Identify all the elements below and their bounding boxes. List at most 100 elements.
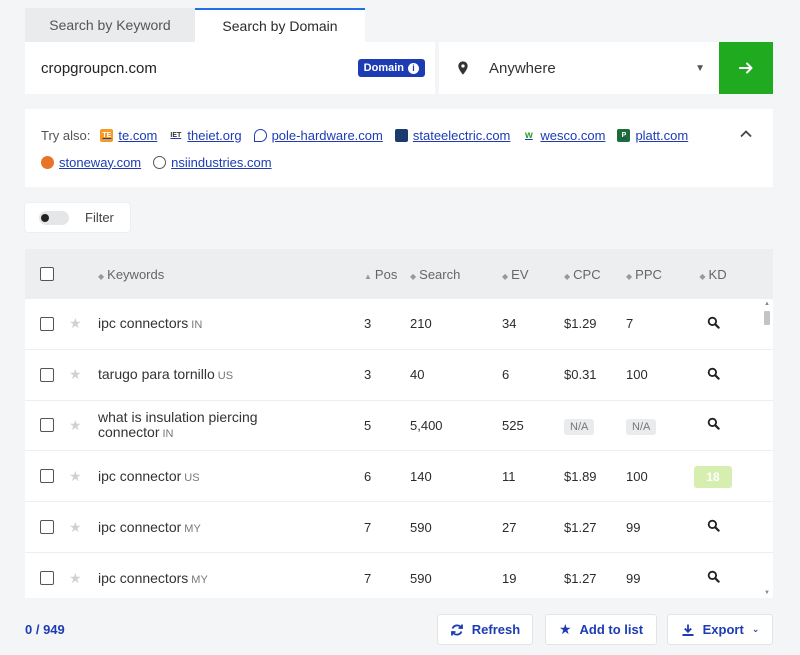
wesco-favicon: w: [525, 129, 533, 141]
table-row: ★ ipc connector MY 7 590 27 $1.27 99: [25, 502, 773, 553]
search-bar: Domain i Anywhere ▼: [25, 42, 773, 94]
row-checkbox[interactable]: [40, 571, 54, 586]
cpc-value: $0.31: [564, 367, 597, 383]
table-header: ◆ Keywords ▲ Pos ◆ Search ◆ EV ◆ CPC ◆ PPC ◆ KD: [25, 249, 773, 299]
ev-value: 27: [502, 519, 517, 535]
keyword-text[interactable]: what is insulation piercing connector: [98, 409, 258, 440]
row-checkbox[interactable]: [40, 469, 54, 484]
keyword-text[interactable]: ipc connectors: [98, 315, 188, 331]
tab-search-by-domain[interactable]: Search by Domain: [195, 8, 365, 42]
header-pos[interactable]: ▲ Pos: [364, 267, 410, 282]
domain-input[interactable]: [41, 59, 358, 77]
country-code: US: [217, 370, 234, 383]
table-scrollbar[interactable]: ▲ ▼: [763, 301, 771, 596]
magnifier-icon[interactable]: [707, 519, 720, 532]
iet-favicon: IET: [170, 131, 182, 139]
stateelectric-favicon: [394, 128, 408, 142]
pole-hardware-favicon: [253, 128, 267, 142]
magnifier-icon[interactable]: [707, 417, 720, 431]
caret-down-icon: ▼: [695, 62, 705, 74]
keyword-text[interactable]: tarugo para tornillo: [98, 366, 215, 382]
ppc-na-badge: N/A: [626, 418, 657, 435]
magnifier-icon[interactable]: [707, 316, 720, 329]
row-checkbox[interactable]: [40, 418, 54, 433]
search-go-button[interactable]: [719, 42, 773, 94]
pos-value: 3: [364, 367, 372, 383]
chevron-up-icon[interactable]: [739, 127, 753, 141]
location-select[interactable]: Anywhere ▼: [439, 42, 719, 94]
refresh-button[interactable]: Refresh: [437, 614, 533, 645]
pos-value: 6: [364, 468, 372, 484]
try-link-platt[interactable]: Pplatt.com: [617, 128, 688, 143]
sort-icon: ◆: [410, 271, 417, 281]
header-keywords[interactable]: ◆ Keywords: [98, 267, 364, 282]
cpc-value: $1.29: [564, 316, 597, 332]
try-link-stateelectric[interactable]: stateelectric.com: [394, 128, 510, 143]
try-link-te[interactable]: TE te.com: [100, 128, 157, 143]
country-code: MY: [184, 522, 201, 535]
keyword-text[interactable]: ipc connectors: [98, 570, 188, 586]
ppc-value: 99: [626, 570, 641, 586]
selection-counter: 0 / 949: [25, 622, 65, 637]
domain-badge[interactable]: Domain i: [357, 59, 425, 77]
header-ev[interactable]: ◆ EV: [502, 267, 564, 282]
kd-score-badge: 18: [694, 465, 732, 488]
keyword-text[interactable]: ipc connector: [98, 468, 181, 484]
ev-value: 34: [502, 316, 517, 332]
chevron-down-icon: ⌄: [751, 624, 760, 634]
try-link-nsiindustries[interactable]: nsiindustries.com: [153, 155, 272, 170]
magnifier-icon[interactable]: [707, 570, 720, 584]
platt-favicon: P: [617, 128, 631, 142]
star-icon[interactable]: ★: [69, 417, 82, 433]
refresh-icon: [450, 624, 463, 635]
nsi-favicon: [153, 155, 167, 169]
info-icon: i: [408, 62, 419, 74]
header-search[interactable]: ◆ Search: [410, 267, 502, 282]
try-link-wesco[interactable]: w wesco.com: [522, 128, 605, 143]
scroll-down-arrow[interactable]: ▼: [763, 590, 771, 596]
pos-value: 3: [364, 316, 372, 332]
row-checkbox[interactable]: [40, 367, 54, 382]
header-cpc[interactable]: ◆ CPC: [564, 267, 626, 282]
keyword-text[interactable]: ipc connector: [98, 519, 181, 535]
ev-value: 525: [502, 417, 524, 433]
tab-search-by-keyword[interactable]: Search by Keyword: [25, 8, 195, 42]
ppc-value: 7: [626, 316, 634, 332]
cpc-na-badge: N/A: [564, 418, 595, 435]
star-icon[interactable]: ★: [69, 468, 82, 484]
ppc-value: 99: [626, 519, 641, 535]
pos-value: 7: [364, 519, 372, 535]
cpc-value: $1.89: [564, 468, 597, 484]
cpc-value: $1.27: [564, 570, 597, 586]
scroll-thumb[interactable]: [764, 311, 770, 325]
pos-value: 7: [364, 570, 372, 586]
ev-value: 6: [502, 367, 510, 383]
row-checkbox[interactable]: [40, 316, 54, 331]
try-link-theiet[interactable]: IET theiet.org: [169, 128, 241, 143]
search-value: 210: [410, 316, 432, 332]
ppc-value: 100: [626, 468, 648, 484]
try-link-stoneway[interactable]: stoneway.com: [41, 155, 141, 170]
export-button[interactable]: Export ⌄: [667, 614, 773, 645]
magnifier-icon[interactable]: [707, 367, 720, 380]
filter-toggle-button[interactable]: Filter: [25, 203, 130, 232]
search-value: 40: [410, 367, 425, 383]
scroll-up-arrow[interactable]: ▲: [763, 301, 771, 307]
sort-icon: ◆: [626, 271, 633, 281]
star-icon[interactable]: ★: [69, 315, 82, 331]
row-checkbox[interactable]: [40, 520, 54, 535]
refresh-label: Refresh: [471, 622, 521, 637]
star-icon[interactable]: ★: [69, 519, 82, 535]
star-icon[interactable]: ★: [69, 366, 82, 382]
try-also-label: Try also:: [41, 127, 91, 143]
add-to-list-button[interactable]: ★ Add to list: [545, 614, 657, 645]
filter-toggle-switch[interactable]: [39, 210, 69, 225]
try-link-pole-hardware[interactable]: pole-hardware.com: [253, 128, 383, 143]
header-ppc[interactable]: ◆ PPC: [626, 267, 688, 282]
star-icon[interactable]: ★: [69, 570, 82, 586]
keywords-table: ◆ Keywords ▲ Pos ◆ Search ◆ EV ◆ CPC ◆ PPC ◆ KD…: [25, 249, 773, 598]
sort-icon: ◆: [564, 271, 571, 281]
header-kd[interactable]: ◆ KD: [688, 267, 738, 282]
select-all-checkbox[interactable]: [40, 267, 54, 281]
search-value: 590: [410, 570, 432, 586]
